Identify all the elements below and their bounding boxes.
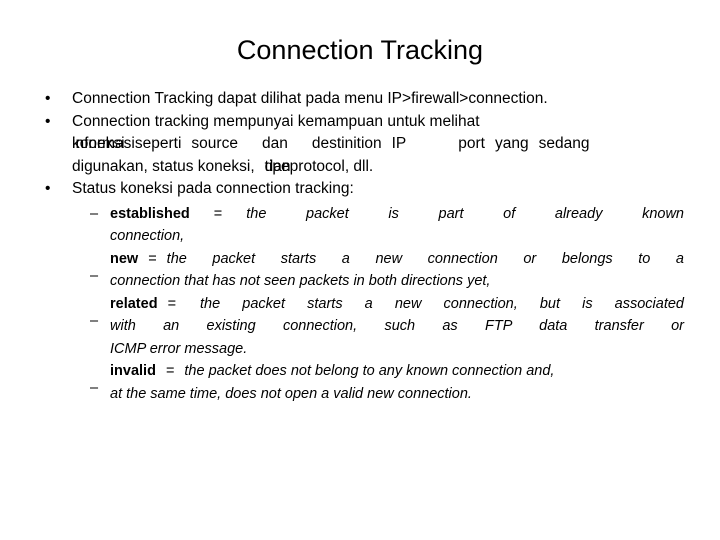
dash-marker-invalid: –	[90, 380, 99, 396]
slide-canvas: Connection Tracking • Connection Trackin…	[0, 0, 720, 540]
bullet-1-text: Connection Tracking dapat dilihat pada m…	[72, 90, 548, 107]
slide-body: • Connection Tracking dapat dilihat pada…	[36, 88, 684, 405]
state-definition-invalid-a: the packet does not belong to any known …	[184, 363, 555, 379]
state-established-line-2: connection,	[110, 228, 185, 244]
bullet-2-word-ip: IP	[391, 135, 407, 152]
equals-sign: =	[148, 250, 157, 267]
bullet-2-line-3-suffix: protocol, dll.	[289, 157, 374, 175]
bullet-2-word-port: port	[458, 135, 485, 152]
bullet-2-word-source: source	[191, 135, 238, 152]
state-definition-established-a: the packet is part of already known	[246, 205, 684, 222]
state-item-new: – new = the packet starts a new connection…	[36, 248, 684, 293]
bullet-2-word-dan: dan	[261, 135, 288, 152]
state-term-related: related	[110, 295, 158, 312]
bullet-item-1: • Connection Tracking dapat dilihat pada…	[36, 88, 684, 111]
dash-marker-established: –	[90, 205, 99, 222]
equals-sign: =	[213, 205, 223, 222]
state-term-invalid: invalid	[110, 363, 156, 379]
state-new-line-1: new = the packet starts a new connection o…	[110, 248, 684, 271]
page-title: Connection Tracking	[236, 35, 484, 65]
state-invalid-line-1: invalid = the packet does not belong to an…	[110, 360, 684, 383]
state-item-invalid: – invalid = the packet does not belong to …	[36, 360, 684, 405]
state-term-established: established	[110, 205, 190, 222]
state-term-new: new	[110, 250, 139, 267]
state-related-line-3: ICMP error message.	[110, 340, 248, 357]
bullet-3-text: Status koneksi pada connection tracking:	[72, 180, 354, 197]
bullet-2-line-3-prefix: digunakan, status koneksi,	[72, 157, 255, 175]
bullet-2-line-2: informasikoneksiinformasiseperti source da…	[72, 133, 684, 156]
state-item-established: – established = the packet is part of alre…	[36, 203, 684, 248]
equals-sign: =	[167, 295, 177, 312]
state-related-line-1: related = the packet starts a new connecti…	[110, 293, 684, 316]
bullet-2-word-yang: yang	[495, 135, 529, 152]
overlap-word-b: informasi	[72, 135, 135, 152]
state-new-line-2: connection that has not seen packets in …	[110, 273, 491, 289]
bullet-item-3: • Status koneksi pada connection trackin…	[36, 178, 684, 201]
bullet-marker-2: •	[45, 112, 51, 130]
dash-marker-related: –	[90, 312, 99, 329]
equals-sign: =	[165, 363, 175, 379]
state-invalid-line-2: at the same time, does not open a valid …	[110, 385, 472, 402]
bullet-2-line-1: Connection tracking mempunyai kemampuan …	[72, 112, 480, 130]
overlapped-word-koneksi-informasi: informasikoneksiinformasi	[72, 133, 135, 156]
state-definition-new-a: the packet starts a new connection or be…	[166, 250, 684, 267]
overlap-word-b: tipe	[264, 157, 290, 175]
bullet-2-word-seperti: seperti	[134, 135, 182, 152]
bullet-2-line-3: digunakan, status koneksi, tipedantipepro…	[72, 156, 684, 179]
bullet-2-word-destinition: destinition	[311, 135, 382, 152]
state-definition-related-a: the packet starts a new connection, but …	[200, 295, 684, 312]
state-established-line-1: established = the packet is part of alread…	[110, 203, 684, 226]
bullet-marker-1: •	[45, 90, 51, 107]
state-item-related: – related = the packet starts a new connec…	[36, 293, 684, 361]
bullet-marker-3: •	[45, 180, 51, 197]
connection-state-list: – established = the packet is part of alre…	[36, 203, 684, 406]
bullet-item-2: • Connection tracking mempunyai kemampua…	[36, 111, 684, 179]
bullet-2-word-sedang: sedang	[538, 135, 590, 152]
overlapped-word-dan-tipe: tipedantipe	[264, 156, 291, 179]
state-related-line-2: with an existing connection, such as FTP…	[110, 318, 684, 334]
dash-marker-new: –	[90, 267, 99, 284]
